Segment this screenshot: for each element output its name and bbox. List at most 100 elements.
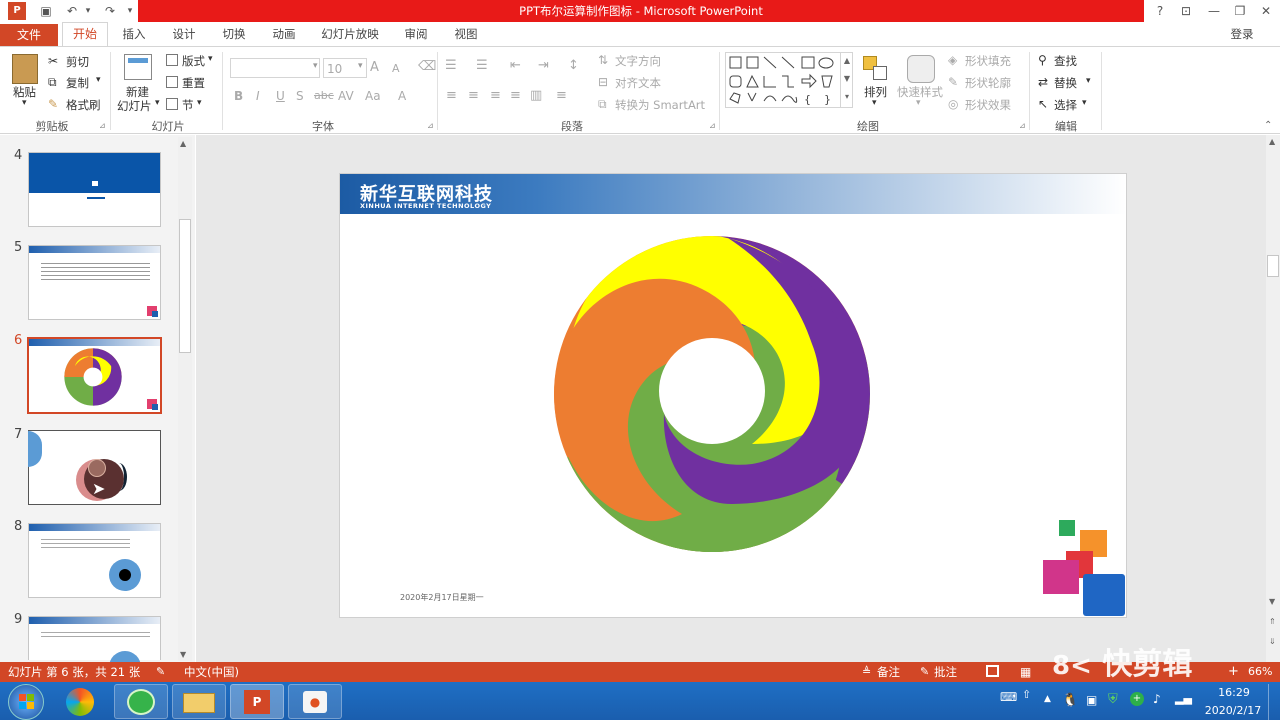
scissors-icon[interactable]: ✂ (48, 54, 58, 68)
comments-icon[interactable]: ✎ (920, 662, 929, 682)
shape-effects-button[interactable]: 形状效果 (965, 97, 1011, 113)
clock-date[interactable]: 2020/2/17 (1200, 704, 1266, 717)
restore-icon[interactable]: ❐ (1232, 3, 1248, 19)
text-direction-icon[interactable]: ⇅ (598, 53, 608, 67)
tab-animations[interactable]: 动画 (264, 22, 304, 46)
smartart-icon[interactable]: ⧉ (598, 97, 607, 112)
taskbar-app-powerpoint[interactable]: P (230, 684, 284, 719)
shrink-font-icon[interactable]: A (392, 62, 400, 75)
tab-review[interactable]: 审阅 (396, 22, 436, 46)
shape-fill-icon[interactable]: ◈ (948, 53, 957, 67)
notes-icon[interactable]: ≜ (862, 662, 871, 682)
zoom-level[interactable]: 66% (1248, 662, 1272, 682)
font-name-combo[interactable] (230, 58, 320, 78)
tab-design[interactable]: 设计 (164, 22, 204, 46)
copy-icon[interactable]: ⧉ (48, 75, 57, 90)
update-tray-icon[interactable]: + (1130, 692, 1144, 706)
taskbar-app-recorder[interactable]: ● (288, 684, 342, 719)
taskbar-app-explorer[interactable] (172, 684, 226, 719)
reset-button[interactable]: 重置 (182, 75, 205, 91)
tab-file[interactable]: 文件 (0, 24, 58, 46)
normal-view-icon[interactable] (986, 665, 999, 677)
new-slide-label[interactable]: 幻灯片 (117, 98, 152, 114)
slide-thumbnail-6-selected[interactable] (27, 337, 162, 414)
spacing-button[interactable]: AV (338, 89, 354, 103)
tab-transitions[interactable]: 切换 (214, 22, 254, 46)
format-painter-button[interactable]: 格式刷 (66, 97, 101, 113)
tab-home[interactable]: 开始 (62, 22, 108, 47)
help-icon[interactable]: ? (1152, 3, 1168, 19)
slide-thumbnail-5[interactable] (28, 245, 161, 320)
change-case-button[interactable]: Aa (365, 89, 381, 103)
dialog-launcher-icon[interactable]: ⊿ (709, 121, 716, 130)
signal-icon[interactable]: ▂▄ (1175, 692, 1192, 705)
current-slide[interactable]: 新华互联网科技 XINHUA INTERNET TECHNOLOGY 2020年… (339, 173, 1127, 618)
close-icon[interactable]: ✕ (1258, 3, 1274, 19)
spell-check-icon[interactable]: ✎ (156, 662, 165, 682)
redo-icon[interactable]: ↷ (102, 3, 118, 19)
slide-thumbnail-8[interactable] (28, 523, 161, 598)
paragraph-options-icon[interactable]: ≡ (556, 88, 567, 103)
justify-icon[interactable]: ≡ (510, 88, 521, 103)
slides-panel-scrollbar[interactable]: ▲ ▼ (178, 137, 192, 661)
clear-format-icon[interactable]: ⌫ (418, 59, 436, 74)
tab-view[interactable]: 视图 (446, 22, 486, 46)
align-left-icon[interactable]: ≡ (446, 88, 457, 103)
quick-styles-icon[interactable] (907, 55, 935, 83)
layout-button[interactable]: 版式 (182, 53, 205, 69)
collapse-ribbon-icon[interactable]: ⌃ (1264, 120, 1272, 131)
copy-button[interactable]: 复制 (66, 75, 89, 91)
shape-outline-icon[interactable]: ✎ (948, 75, 958, 89)
language-indicator[interactable]: 中文(中国) (184, 662, 239, 682)
zoom-in-icon[interactable]: + (1228, 662, 1239, 682)
swirl-ring-graphic[interactable] (552, 234, 872, 554)
new-slide-icon[interactable] (124, 54, 152, 80)
smartart-button[interactable]: 转换为 SmartArt (615, 97, 705, 113)
paste-icon[interactable] (12, 54, 38, 84)
text-direction-button[interactable]: 文字方向 (615, 53, 661, 69)
arrange-icon[interactable] (863, 56, 887, 82)
find-icon[interactable]: ⚲ (1038, 53, 1047, 67)
slide-thumbnail-4[interactable] (28, 152, 161, 227)
increase-indent-icon[interactable]: ⇥ (538, 58, 549, 73)
tray-expand-icon[interactable]: ▲ (1044, 694, 1051, 704)
columns-icon[interactable]: ▥ (530, 88, 542, 103)
ribbon-display-icon[interactable]: ⊡ (1178, 3, 1194, 19)
align-text-button[interactable]: 对齐文本 (615, 75, 661, 91)
font-color-button[interactable]: A (398, 89, 406, 103)
network-tray-icon[interactable]: ▣ (1086, 693, 1097, 707)
grow-font-icon[interactable]: A (370, 60, 379, 75)
shapes-gallery-scroll[interactable]: ▲ ▼ ▾ (840, 52, 853, 108)
strike-button[interactable]: abc (314, 89, 334, 102)
shapes-gallery[interactable]: {} (725, 52, 853, 108)
tab-slideshow[interactable]: 幻灯片放映 (314, 22, 386, 46)
input-method-icon[interactable]: ⇧ (1022, 688, 1031, 701)
reset-icon[interactable] (166, 76, 178, 88)
volume-icon[interactable]: ♪ (1153, 692, 1161, 706)
bullets-icon[interactable]: ☰ (445, 58, 457, 73)
align-right-icon[interactable]: ≡ (490, 88, 501, 103)
sign-in-link[interactable]: 登录 (1222, 22, 1262, 46)
decrease-indent-icon[interactable]: ⇤ (510, 58, 521, 73)
shape-fill-button[interactable]: 形状填充 (965, 53, 1011, 69)
clock-time[interactable]: 16:29 (1206, 686, 1262, 699)
undo-dropdown-icon[interactable]: ▾ (80, 3, 96, 19)
shape-effects-icon[interactable]: ◎ (948, 97, 958, 111)
select-icon[interactable]: ↖ (1038, 97, 1048, 111)
bold-button[interactable]: B (234, 89, 243, 103)
dialog-launcher-icon[interactable]: ⊿ (99, 121, 106, 130)
find-button[interactable]: 查找 (1054, 53, 1077, 69)
align-center-icon[interactable]: ≡ (468, 88, 479, 103)
browser-app-icon[interactable] (66, 688, 94, 716)
select-button[interactable]: 选择 (1054, 97, 1077, 113)
italic-button[interactable]: I (256, 89, 260, 103)
undo-icon[interactable]: ↶ (64, 3, 80, 19)
save-icon[interactable]: ▣ (38, 3, 54, 19)
taskbar-app-ie[interactable] (114, 684, 168, 719)
slide-sorter-icon[interactable]: ▦ (1020, 662, 1031, 682)
tab-insert[interactable]: 插入 (114, 22, 154, 46)
layout-icon[interactable] (166, 54, 178, 66)
show-desktop-button[interactable] (1268, 684, 1280, 720)
dialog-launcher-icon[interactable]: ⊿ (1019, 121, 1026, 130)
slide-thumbnail-9[interactable] (28, 616, 161, 671)
